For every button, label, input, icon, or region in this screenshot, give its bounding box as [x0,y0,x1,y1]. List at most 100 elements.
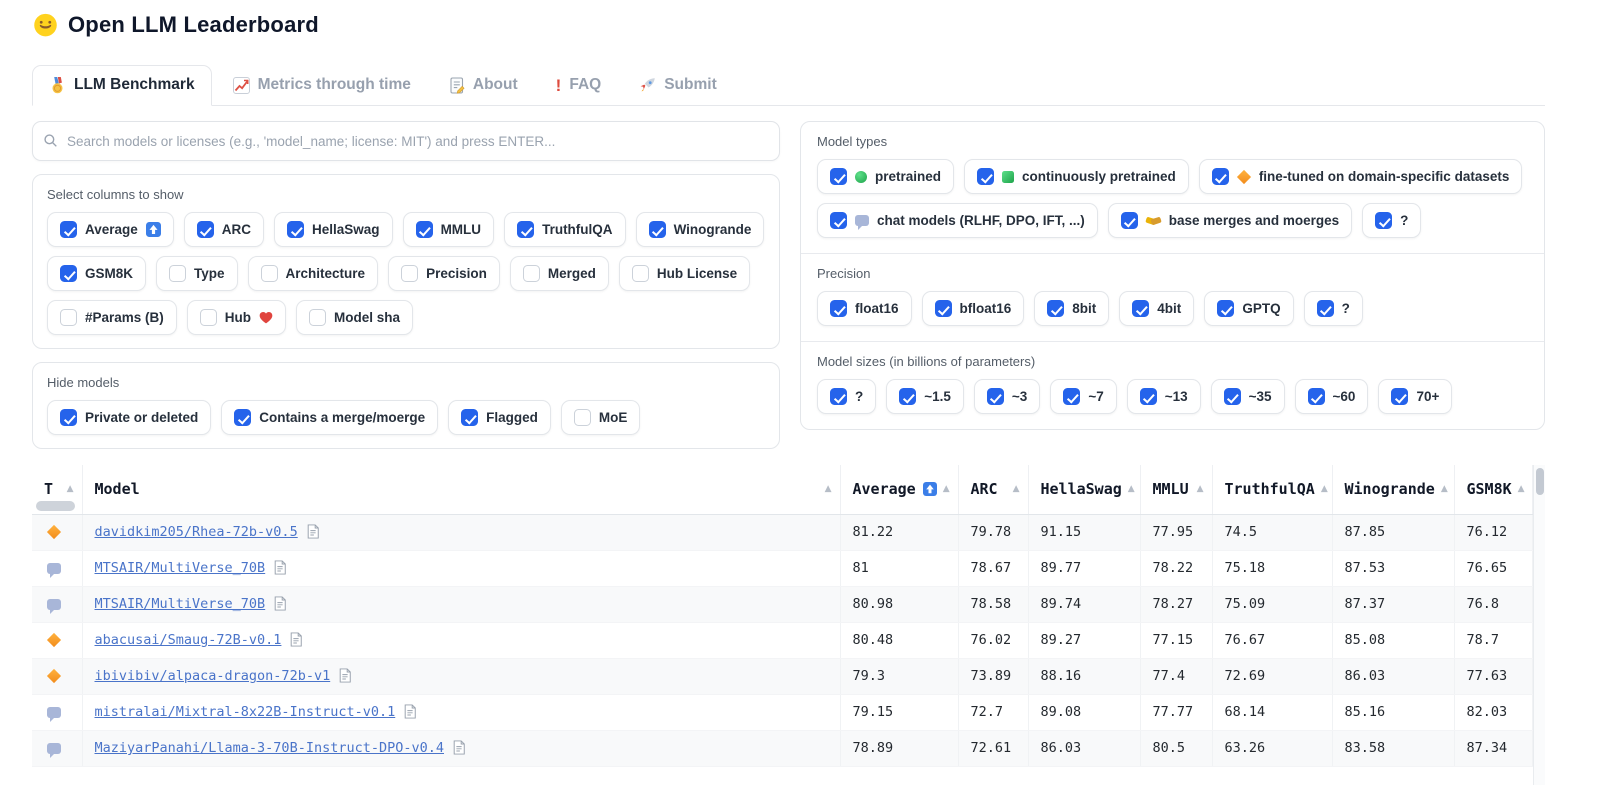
precision-checkbox-float16[interactable]: float16 [817,291,912,326]
table-header-type[interactable]: T ▲ [32,465,83,515]
column-checkbox-merged[interactable]: Merged [509,256,609,291]
table-header-winogrande[interactable]: Winogrande ▲ [1332,465,1455,515]
hide-checkbox-moe[interactable]: MoE [560,400,641,435]
table-row[interactable]: abacusai/Smaug-72B-v0.1 80.48 76.02 89.2… [32,622,1533,659]
table-header-model[interactable]: Model ▲ [82,465,841,515]
hide-checkbox-flagged[interactable]: Flagged [448,400,551,435]
table-row[interactable]: mistralai/Mixtral-8x22B-Instruct-v0.1 79… [32,694,1533,731]
sort-caret-icon[interactable]: ▲ [825,484,832,494]
sort-caret-icon[interactable]: ▲ [1128,484,1135,494]
note-icon[interactable] [289,632,303,651]
model-link[interactable]: MaziyarPanahi/Llama-3-70B-Instruct-DPO-v… [95,740,445,756]
size-checkbox-60[interactable]: ~60 [1294,379,1369,414]
note-icon[interactable] [452,740,466,759]
type-checkbox-base-merges[interactable]: base merges and moerges [1107,203,1353,238]
column-checkbox-truthfulqa[interactable]: TruthfulQA [504,212,626,247]
tab-llm-benchmark[interactable]: LLM Benchmark [32,65,212,106]
table-row[interactable]: MTSAIR/MultiVerse_70B 80.98 78.58 89.74 … [32,586,1533,623]
type-checkbox-fine-tuned[interactable]: fine-tuned on domain-specific datasets [1198,159,1523,194]
table-row[interactable]: MTSAIR/MultiVerse_70B 81 78.67 89.77 78.… [32,550,1533,587]
checkbox-label: ~1.5 [924,389,951,404]
sort-caret-icon[interactable]: ▲ [943,484,950,494]
model-link[interactable]: MTSAIR/MultiVerse_70B [95,596,266,612]
table-header-row: T ▲ Model ▲ Average ▲ ARC ▲ HellaSwag ▲ MMLU ▲… [32,465,1533,515]
column-checkbox-hub-likes[interactable]: Hub [186,300,287,335]
column-checkbox-hellaswag[interactable]: HellaSwag [274,212,393,247]
column-checkbox-average[interactable]: Average [47,212,174,247]
table-header-mmlu[interactable]: MMLU ▲ [1140,465,1213,515]
vertical-scrollbar[interactable] [1533,465,1545,785]
tab-submit[interactable]: Submit [622,65,734,106]
column-checkbox-model-sha[interactable]: Model sha [296,300,414,335]
model-link[interactable]: MTSAIR/MultiVerse_70B [95,560,266,576]
winogrande-cell: 86.03 [1332,658,1455,695]
truthfulqa-cell: 74.5 [1212,514,1333,551]
type-checkbox-continuously-pretrained[interactable]: continuously pretrained [964,159,1189,194]
sort-caret-icon[interactable]: ▲ [1441,484,1448,494]
size-checkbox-1-5[interactable]: ~1.5 [886,379,964,414]
tab-metrics-through-time[interactable]: Metrics through time [216,65,428,106]
tab-about[interactable]: About [432,65,535,106]
t-column-scrollbar[interactable] [36,500,75,511]
sort-caret-icon[interactable]: ▲ [1197,484,1204,494]
model-sizes-section: Model sizes (in billions of parameters) … [801,341,1544,429]
note-icon[interactable] [273,596,287,615]
column-checkbox-architecture[interactable]: Architecture [247,256,379,291]
precision-checkbox-8bit[interactable]: 8bit [1034,291,1110,326]
hide-checkbox-private-or-deleted[interactable]: Private or deleted [47,400,212,435]
column-checkbox-winogrande[interactable]: Winogrande [635,212,765,247]
sort-caret-icon[interactable]: ▲ [1518,484,1525,494]
winogrande-cell: 85.16 [1332,694,1455,731]
table-header-gsm8k[interactable]: GSM8K ▲ [1454,465,1533,515]
checkbox-label: Hub [224,310,252,325]
column-checkbox-params[interactable]: #Params (B) [47,300,177,335]
sort-caret-icon[interactable]: ▲ [1013,484,1020,494]
column-checkbox-hub-license[interactable]: Hub License [618,256,751,291]
tab-label: Metrics through time [257,76,411,93]
table-header-average[interactable]: Average ▲ [840,465,959,515]
size-checkbox-unknown[interactable]: ? [817,379,877,414]
size-checkbox-70plus[interactable]: 70+ [1378,379,1453,414]
table-row[interactable]: davidkim205/Rhea-72b-v0.5 81.22 79.78 91… [32,514,1533,551]
size-checkbox-7[interactable]: ~7 [1050,379,1117,414]
checkbox-label: GSM8K [85,266,134,281]
precision-checkbox-unknown[interactable]: ? [1303,291,1363,326]
note-icon[interactable] [273,560,287,579]
note-icon[interactable] [338,668,352,687]
type-checkbox-unknown[interactable]: ? [1362,203,1422,238]
column-checkbox-type[interactable]: Type [156,256,238,291]
size-checkbox-35[interactable]: ~35 [1210,379,1285,414]
precision-checkbox-4bit[interactable]: 4bit [1119,291,1195,326]
search-input[interactable] [32,121,780,161]
type-checkbox-pretrained[interactable]: pretrained [817,159,955,194]
type-checkbox-chat-models[interactable]: chat models (RLHF, DPO, IFT, ...) [817,203,1098,238]
column-checkbox-mmlu[interactable]: MMLU [402,212,495,247]
precision-checkbox-bfloat16[interactable]: bfloat16 [921,291,1025,326]
model-link[interactable]: abacusai/Smaug-72B-v0.1 [95,632,282,648]
hide-checkbox-contains-merge[interactable]: Contains a merge/moerge [221,400,439,435]
scrollbar-thumb[interactable] [1536,468,1544,495]
sort-caret-icon[interactable]: ▲ [67,484,74,494]
table-header-arc[interactable]: ARC ▲ [958,465,1029,515]
tab-faq[interactable]: ! FAQ [539,65,619,106]
column-checkbox-arc[interactable]: ARC [183,212,265,247]
note-icon[interactable] [306,524,320,543]
sort-caret-icon[interactable]: ▲ [1321,484,1328,494]
model-link[interactable]: davidkim205/Rhea-72b-v0.5 [95,524,298,540]
column-checkbox-gsm8k[interactable]: GSM8K [47,256,147,291]
mmlu-cell: 78.22 [1140,550,1213,587]
size-checkbox-13[interactable]: ~13 [1126,379,1201,414]
table-row[interactable]: ibivibiv/alpaca-dragon-72b-v1 79.3 73.89… [32,658,1533,695]
model-link[interactable]: mistralai/Mixtral-8x22B-Instruct-v0.1 [95,704,396,720]
size-checkbox-3[interactable]: ~3 [973,379,1041,414]
precision-checkbox-gptq[interactable]: GPTQ [1204,291,1294,326]
table-header-truthfulqa[interactable]: TruthfulQA ▲ [1212,465,1333,515]
winogrande-cell: 87.53 [1332,550,1455,587]
hellaswag-cell: 91.15 [1028,514,1141,551]
model-link[interactable]: ibivibiv/alpaca-dragon-72b-v1 [95,668,331,684]
note-icon[interactable] [403,704,417,723]
header-label: MMLU [1152,480,1189,499]
table-header-hellaswag[interactable]: HellaSwag ▲ [1028,465,1141,515]
column-checkbox-precision[interactable]: Precision [388,256,500,291]
table-row[interactable]: MaziyarPanahi/Llama-3-70B-Instruct-DPO-v… [32,730,1533,767]
